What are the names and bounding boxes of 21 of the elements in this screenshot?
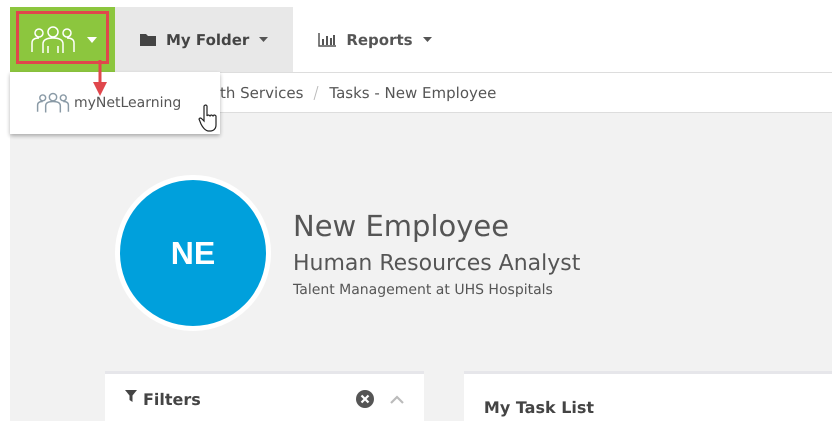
folder-icon xyxy=(140,33,156,46)
menu-item[interactable]: myNetLearning xyxy=(74,95,182,111)
nav-menu-item[interactable]: My Folder xyxy=(115,7,294,72)
annotation-arrow xyxy=(93,60,107,96)
filter-icon xyxy=(125,390,137,402)
panel-title: My Task List xyxy=(484,398,594,417)
people-icon xyxy=(35,92,71,114)
caret-icon xyxy=(259,37,268,42)
employee-name: New Employee xyxy=(293,208,510,242)
bar-chart-icon xyxy=(318,32,336,46)
organization-text: Talent Management at UHS Hospitals xyxy=(293,282,554,298)
clear-icon[interactable] xyxy=(356,390,374,408)
avatar: NE xyxy=(115,175,271,331)
people-icon xyxy=(28,24,76,54)
caret-icon xyxy=(86,36,96,42)
panel-title: Filters xyxy=(143,390,201,409)
breadcrumb-link[interactable]: Tasks - New Employee xyxy=(329,84,496,102)
breadcrumb-link[interactable]: th Services xyxy=(220,84,304,102)
breadcrumb-separator xyxy=(313,86,320,100)
caret-icon xyxy=(422,37,432,42)
job-title: Human Resources Analyst xyxy=(293,250,580,276)
